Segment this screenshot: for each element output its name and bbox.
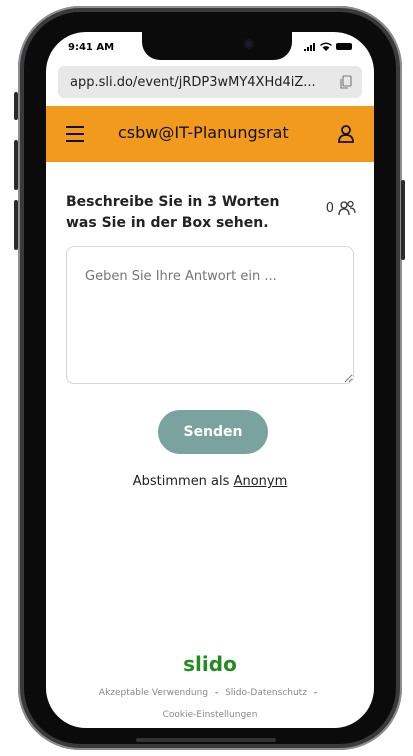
vote-as-line: Abstimmen als Anonym xyxy=(46,474,374,489)
participant-counter: 0 xyxy=(326,200,356,216)
footer-separator: - xyxy=(313,688,318,698)
slido-logo: slido xyxy=(183,652,237,676)
hamburger-menu-icon[interactable] xyxy=(66,126,84,142)
footer-link-cookie-settings[interactable]: Cookie-Einstellungen xyxy=(163,710,258,720)
anonymous-link[interactable]: Anonym xyxy=(234,474,288,489)
side-button-mute xyxy=(14,92,18,120)
footer-link-acceptable-use[interactable]: Akzeptable Verwendung xyxy=(99,688,208,698)
app-header: csbw@IT-Planungsrat xyxy=(46,106,374,162)
send-button[interactable]: Senden xyxy=(158,410,268,454)
browser-url-bar[interactable]: app.sli.do/event/jRDP3wMY4XHd4iZ... xyxy=(58,66,362,98)
status-bar: 9:41 AM xyxy=(46,40,374,56)
status-icons xyxy=(304,42,352,51)
footer-links: Akzeptable Verwendung - Slido-Datenschut… xyxy=(46,682,374,726)
side-button-volume-down xyxy=(14,200,18,250)
phone-screen: 9:41 AM app.sli.do/event/jRDP3wMY4XHd4iZ… xyxy=(46,32,374,728)
footer-separator: - xyxy=(214,688,219,698)
url-text[interactable]: app.sli.do/event/jRDP3wMY4XHd4iZ... xyxy=(70,75,326,90)
wifi-icon xyxy=(320,42,332,51)
side-button-power xyxy=(401,180,405,260)
participants-icon xyxy=(338,200,356,216)
status-time: 9:41 AM xyxy=(68,42,115,53)
poll-question: Beschreibe Sie in 3 Worten was Sie in de… xyxy=(66,194,280,231)
cellular-signal-icon xyxy=(304,42,315,51)
participant-count: 0 xyxy=(325,200,334,216)
user-icon[interactable] xyxy=(336,124,356,144)
side-button-volume-up xyxy=(14,140,18,190)
battery-icon xyxy=(336,43,352,50)
answer-input[interactable] xyxy=(66,246,354,384)
vote-as-prefix: Abstimmen als xyxy=(132,474,230,489)
event-title: csbw@IT-Planungsrat xyxy=(118,123,289,142)
home-indicator xyxy=(136,738,276,742)
footer-link-privacy[interactable]: Slido-Datenschutz xyxy=(225,688,307,698)
copy-icon[interactable] xyxy=(340,75,352,89)
